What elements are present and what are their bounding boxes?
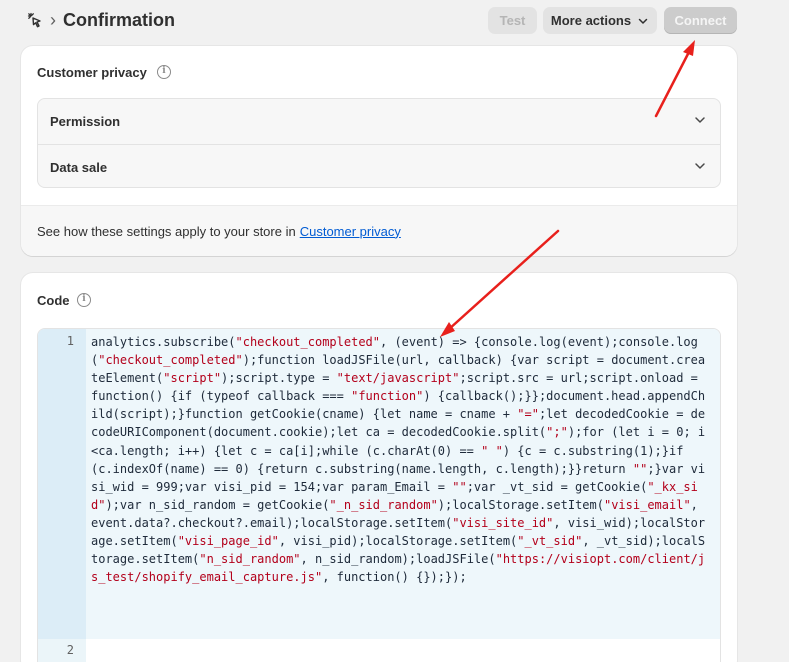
accordion-row-permission[interactable]: Permission (38, 99, 720, 144)
page-title: Confirmation (63, 10, 175, 30)
line-number: 1 (66, 334, 74, 348)
page-header: › Confirmation Test More actions Connect (0, 0, 789, 42)
more-actions-button[interactable]: More actions (543, 7, 657, 34)
chevron-down-icon (638, 18, 648, 24)
customer-privacy-card: Customer privacy i Permission Data sale … (21, 46, 737, 256)
connect-button[interactable]: Connect (664, 7, 737, 34)
code-content[interactable]: analytics.subscribe("checkout_completed"… (91, 333, 711, 586)
chevron-down-icon (695, 117, 705, 123)
customer-privacy-title: Customer privacy (37, 65, 147, 80)
chevron-down-icon (695, 163, 705, 169)
code-editor[interactable]: 1 2 analytics.subscribe("checkout_comple… (37, 328, 721, 662)
privacy-footer: See how these settings apply to your sto… (21, 205, 737, 256)
info-icon[interactable]: i (77, 293, 91, 307)
customer-privacy-link[interactable]: Customer privacy (300, 224, 401, 239)
privacy-accordion: Permission Data sale (37, 98, 721, 188)
pointer-click-icon[interactable] (27, 12, 43, 28)
more-actions-label: More actions (550, 13, 632, 28)
test-button[interactable]: Test (488, 7, 537, 34)
privacy-footer-text: See how these settings apply to your sto… (37, 223, 296, 239)
chevron-right-icon: › (50, 10, 56, 30)
line-number: 2 (66, 643, 74, 657)
accordion-row-data-sale[interactable]: Data sale (38, 144, 720, 187)
code-card: Code i 1 2 analytics.subscribe("checkout… (21, 273, 737, 662)
active-line-gutter (38, 329, 86, 639)
info-icon[interactable]: i (157, 65, 171, 79)
accordion-row-label: Data sale (50, 159, 108, 175)
code-title: Code (37, 293, 70, 308)
accordion-row-label: Permission (50, 114, 121, 129)
